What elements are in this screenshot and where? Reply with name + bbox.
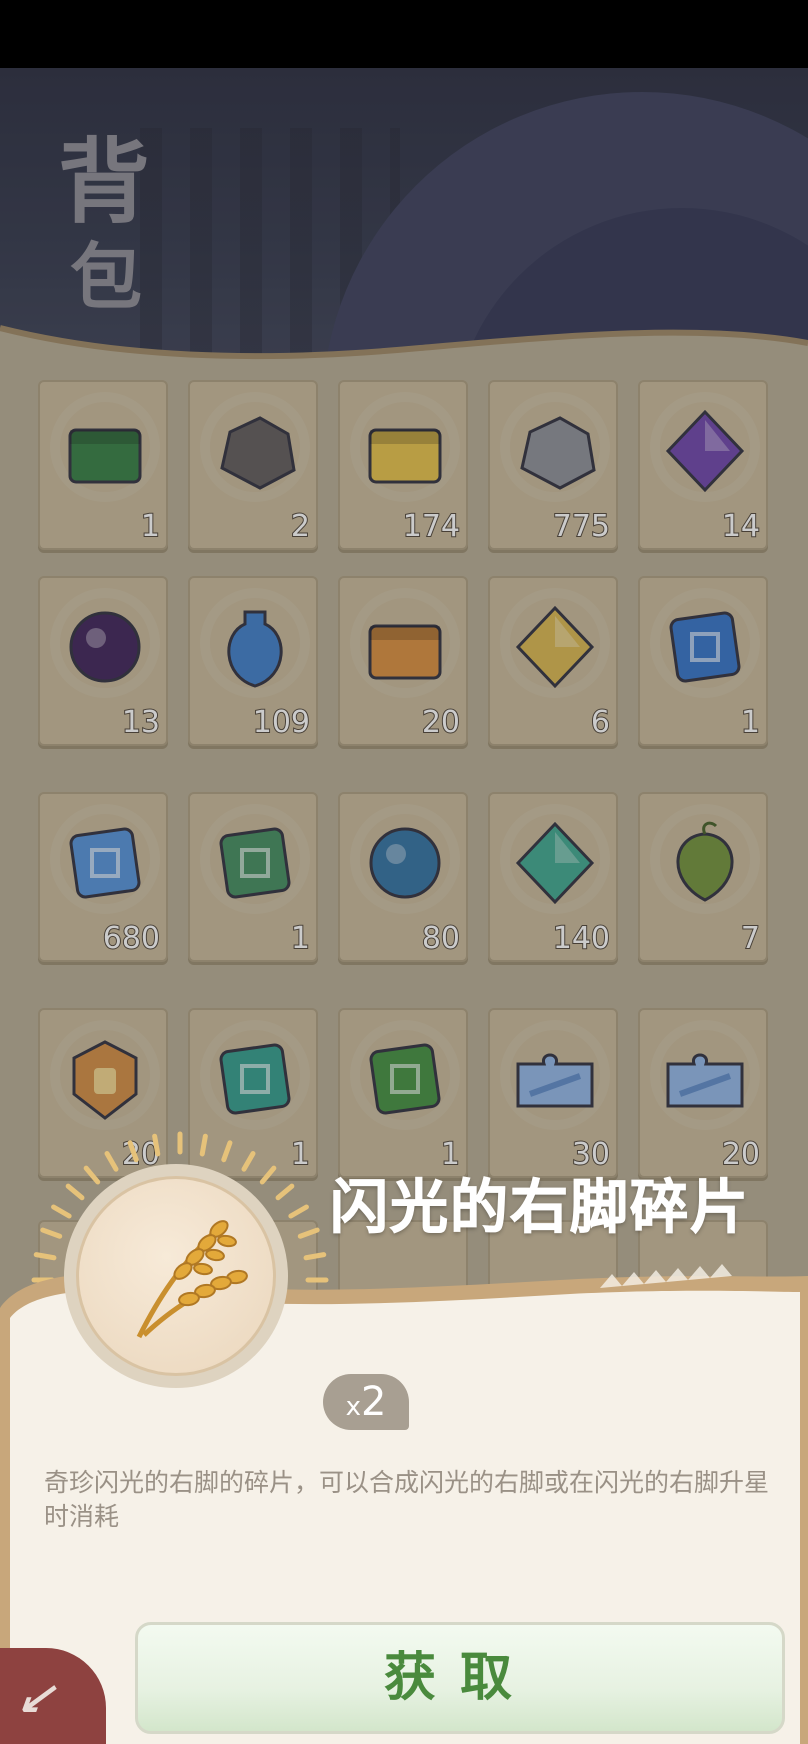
yellow-crystal-icon bbox=[515, 605, 595, 689]
item-medal bbox=[76, 1176, 276, 1376]
blue-sphere-icon bbox=[369, 827, 441, 899]
green-rune-icon bbox=[219, 827, 291, 899]
wheat-icon bbox=[136, 1220, 248, 1339]
item-count: 2 bbox=[290, 508, 311, 545]
inventory-slot[interactable]: 109 bbox=[188, 576, 318, 746]
inventory-slot[interactable]: 2 bbox=[188, 380, 318, 550]
item-count: 13 bbox=[121, 704, 161, 741]
amber-box-icon bbox=[368, 624, 442, 680]
item-count: 775 bbox=[552, 508, 611, 545]
treasure-chest-icon bbox=[68, 428, 142, 484]
dark-orb-icon bbox=[69, 611, 141, 683]
inventory-slot[interactable]: 1 bbox=[638, 576, 768, 746]
item-count: 20 bbox=[421, 704, 461, 741]
inventory-slot[interactable]: 140 bbox=[488, 792, 618, 962]
purple-crystal-icon bbox=[665, 409, 745, 493]
get-button[interactable]: 获取 bbox=[135, 1622, 785, 1734]
item-count: 109 bbox=[252, 704, 311, 741]
inventory-slot[interactable]: 680 bbox=[38, 792, 168, 962]
blue-potion-icon bbox=[227, 610, 283, 688]
item-count: 14 bbox=[721, 508, 761, 545]
inventory-slot[interactable]: 1 bbox=[338, 1008, 468, 1178]
inventory-slot[interactable]: 80 bbox=[338, 792, 468, 962]
item-quantity-badge: x2 bbox=[323, 1374, 409, 1430]
item-count: 7 bbox=[740, 920, 761, 957]
item-count: 680 bbox=[102, 920, 161, 957]
amber-badge-icon bbox=[72, 1040, 138, 1120]
item-count: 80 bbox=[421, 920, 461, 957]
skill-stone-teal-icon bbox=[219, 1043, 291, 1115]
app-logo-icon: ↙ bbox=[10, 1672, 69, 1726]
inventory-slot[interactable]: 7 bbox=[638, 792, 768, 962]
item-count: 6 bbox=[590, 704, 611, 741]
inventory-slot[interactable]: 1 bbox=[38, 380, 168, 550]
inventory-slot[interactable]: 775 bbox=[488, 380, 618, 550]
inventory-slot[interactable]: 1 bbox=[188, 792, 318, 962]
stone-icon bbox=[520, 416, 596, 490]
puzzle-pink-icon bbox=[666, 1053, 744, 1108]
inventory-slot[interactable]: 6 bbox=[488, 576, 618, 746]
inventory-slot[interactable]: 20 bbox=[338, 576, 468, 746]
teal-crystal-icon bbox=[515, 821, 595, 905]
item-name: 闪光的右脚碎片 bbox=[329, 1173, 751, 1242]
inventory-slot[interactable]: 30 bbox=[488, 1008, 618, 1178]
inventory-slot[interactable]: 13 bbox=[38, 576, 168, 746]
gold-cake-icon bbox=[368, 428, 442, 484]
item-count: 174 bbox=[402, 508, 461, 545]
inventory-slot[interactable]: 174 bbox=[338, 380, 468, 550]
skill-stone-blue-icon bbox=[669, 611, 741, 683]
green-fruit-icon bbox=[676, 821, 734, 902]
item-count: 1 bbox=[140, 508, 161, 545]
puzzle-blue-icon bbox=[516, 1053, 594, 1108]
inventory-slot[interactable]: 14 bbox=[638, 380, 768, 550]
item-count: 1 bbox=[740, 704, 761, 741]
quantity-value: 2 bbox=[360, 1379, 387, 1425]
skill-stone-green-icon bbox=[369, 1043, 441, 1115]
quantity-prefix: x bbox=[345, 1392, 361, 1422]
ore-sack-icon bbox=[220, 416, 296, 490]
status-bar bbox=[0, 0, 808, 68]
inventory-slot[interactable]: 20 bbox=[638, 1008, 768, 1178]
item-count: 1 bbox=[290, 920, 311, 957]
item-count: 140 bbox=[552, 920, 611, 957]
blue-rune-icon bbox=[69, 827, 141, 899]
item-description: 奇珍闪光的右脚的碎片，可以合成闪光的右脚或在闪光的右脚升星时消耗 bbox=[44, 1468, 770, 1531]
